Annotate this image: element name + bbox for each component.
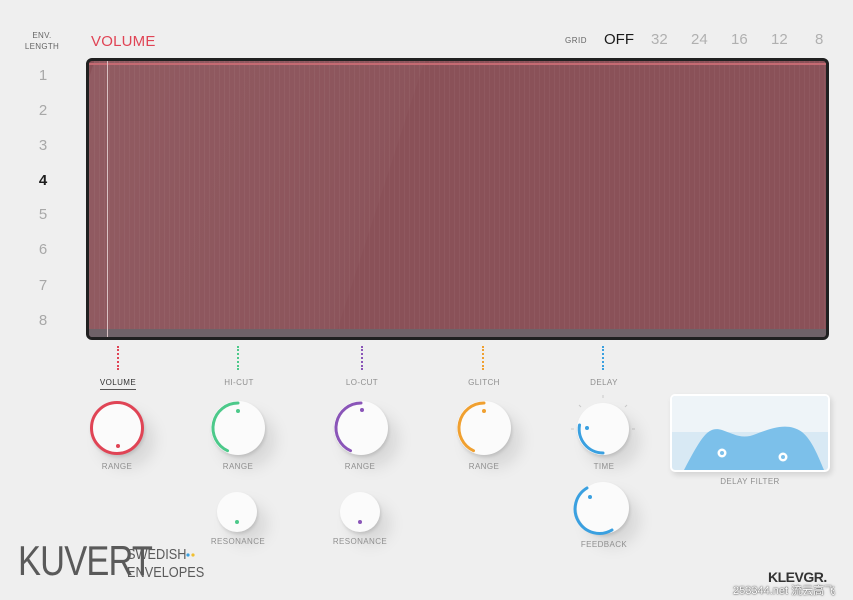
env-length-label-line1: ENV. (32, 31, 52, 40)
section-tab-glitch[interactable]: GLITCH (439, 378, 529, 387)
delay-feedback-indicator (588, 495, 592, 499)
hi-cut-connector (237, 346, 239, 370)
delay-filter-label: DELAY FILTER (720, 477, 780, 486)
volume-range-indicator (116, 444, 120, 448)
env-length-option-6[interactable]: 6 (28, 241, 58, 258)
glitch-connector (482, 346, 484, 370)
env-length-header: ENV. LENGTH (18, 30, 66, 52)
env-length-option-2[interactable]: 2 (28, 102, 58, 119)
hi-cut-resonance-label: RESONANCE (210, 537, 266, 546)
env-length-option-3[interactable]: 3 (28, 137, 58, 154)
grid-option-32[interactable]: 32 (651, 31, 668, 48)
section-tab-hi-cut[interactable]: HI-CUT (194, 378, 284, 387)
delay-time-label: TIME (593, 462, 615, 471)
delay-filter-graph[interactable] (670, 394, 830, 472)
product-subtitle-line2: ENVELOPES (127, 564, 205, 581)
env-length-label-line2: LENGTH (24, 42, 60, 51)
grid-option-16[interactable]: 16 (731, 31, 748, 48)
delay-connector (602, 346, 604, 370)
playhead-line (107, 61, 108, 337)
brand-dots-icon (186, 553, 195, 557)
lo-cut-resonance-label: RESONANCE (332, 537, 388, 546)
envelope-level-line (89, 63, 826, 65)
grid-option-8[interactable]: 8 (815, 31, 823, 48)
hi-cut-range-indicator (236, 409, 240, 413)
grid-option-24[interactable]: 24 (691, 31, 708, 48)
watermark-text: 253344.net 流云高飞 (733, 585, 836, 597)
grid-option-off[interactable]: OFF (604, 31, 634, 48)
glitch-range-indicator (482, 409, 486, 413)
delay-filter-curve (672, 396, 828, 470)
env-length-option-1[interactable]: 1 (28, 67, 58, 84)
grid-option-12[interactable]: 12 (771, 31, 788, 48)
section-tab-volume[interactable]: VOLUME (73, 378, 163, 390)
lo-cut-resonance-knob[interactable] (340, 492, 380, 532)
delay-time-knob[interactable] (577, 403, 629, 455)
volume-range-label: RANGE (101, 462, 133, 471)
section-tab-delay[interactable]: DELAY (559, 378, 649, 387)
lo-cut-range-indicator (360, 408, 364, 412)
hi-cut-range-knob[interactable] (211, 401, 265, 455)
envelope-display[interactable] (86, 58, 829, 340)
env-length-option-4[interactable]: 4 (28, 172, 58, 189)
section-tab-volume-label: VOLUME (99, 378, 137, 390)
delay-feedback-arc (573, 486, 614, 535)
delay-feedback-knob[interactable] (573, 482, 629, 535)
hi-cut-resonance-knob[interactable] (217, 492, 257, 532)
glitch-range-label: RANGE (468, 462, 500, 471)
display-bottom-band (89, 329, 826, 337)
lo-cut-range-knob[interactable] (334, 401, 388, 455)
env-length-option-5[interactable]: 5 (28, 206, 58, 223)
section-tab-lo-cut[interactable]: LO-CUT (317, 378, 407, 387)
lo-cut-resonance-indicator (358, 520, 362, 524)
grid-label: GRID (565, 36, 587, 45)
hi-cut-resonance-indicator (235, 520, 239, 524)
env-length-option-8[interactable]: 8 (28, 312, 58, 329)
volume-range-knob[interactable] (90, 401, 144, 455)
page-title: VOLUME (91, 33, 156, 50)
hi-cut-range-label: RANGE (222, 462, 254, 471)
delay-time-indicator (585, 426, 589, 430)
lo-cut-connector (361, 346, 363, 370)
volume-connector (117, 346, 119, 370)
env-length-option-7[interactable]: 7 (28, 277, 58, 294)
lo-cut-range-label: RANGE (344, 462, 376, 471)
delay-feedback-label: FEEDBACK (580, 540, 628, 549)
glitch-range-knob[interactable] (457, 401, 511, 455)
